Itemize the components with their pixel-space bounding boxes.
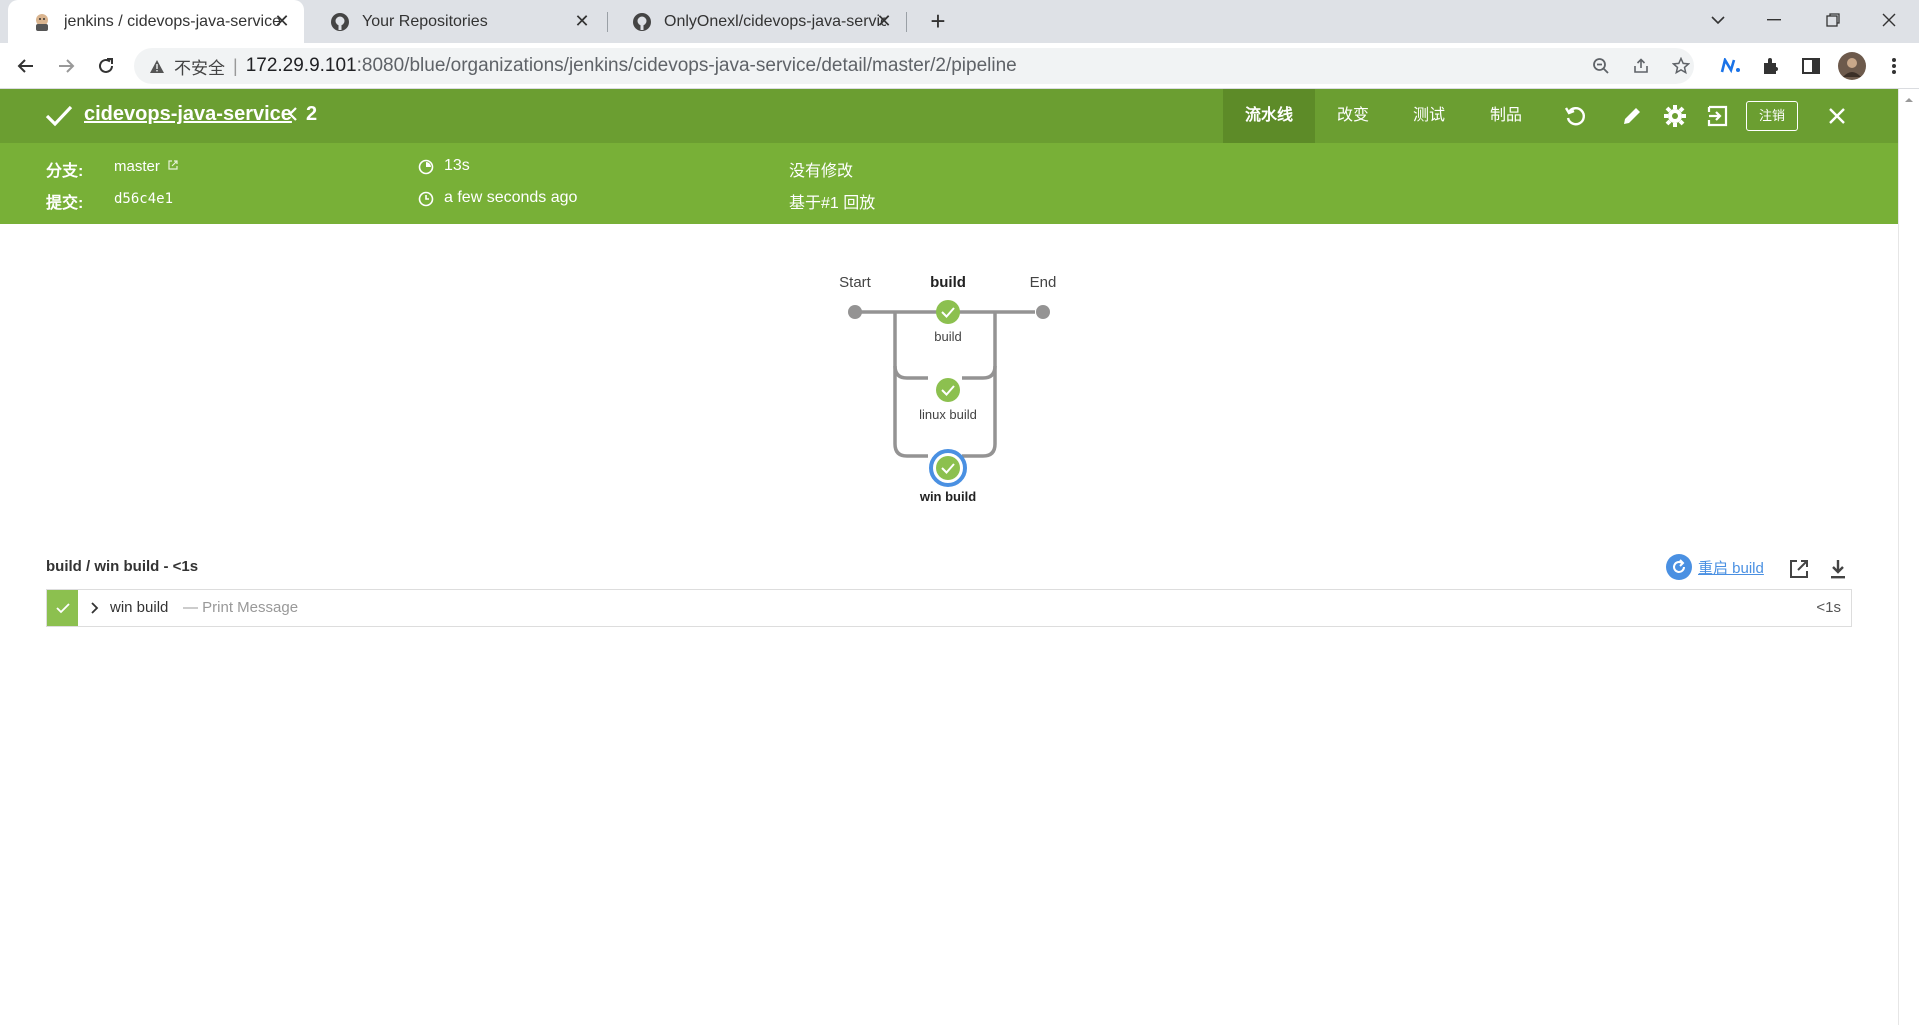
url-divider: | — [233, 55, 238, 76]
url-text: 172.29.9.101:8080/blue/organizations/jen… — [246, 55, 1017, 77]
steps-title: build / win build - <1s — [46, 558, 199, 575]
bookmark-star-icon[interactable] — [1670, 55, 1692, 77]
github-icon — [632, 12, 652, 32]
minimize-icon[interactable] — [1744, 0, 1804, 40]
browser-tab-repositories[interactable]: Your Repositories ✕ — [306, 0, 604, 43]
branch-label-linux-build: linux build — [919, 407, 977, 422]
close-tab-icon[interactable]: ✕ — [572, 11, 592, 31]
run-header-top-bar: cidevops-java-service 2 流水线 改变 测试 制品 注销 — [0, 89, 1898, 143]
stage-label: build — [930, 274, 966, 291]
open-external-icon[interactable] — [1786, 556, 1812, 582]
replay-of-text: 基于#1 回放 — [789, 195, 876, 212]
tab-title: jenkins / cidevops-java-service — [64, 12, 281, 30]
start-node — [848, 305, 862, 319]
step-row[interactable]: win build — Print Message <1s — [46, 589, 1852, 627]
reload-icon[interactable] — [90, 50, 122, 82]
edit-pencil-icon[interactable] — [1619, 103, 1645, 129]
logout-button[interactable]: 注销 — [1746, 101, 1798, 131]
step-duration: <1s — [1816, 599, 1841, 616]
tab-artifacts[interactable]: 制品 — [1467, 89, 1545, 143]
pipeline-graph-edges — [848, 300, 1050, 487]
commit-hash[interactable]: d56c4e1 — [114, 191, 173, 207]
extension-n-icon[interactable] — [1717, 52, 1745, 80]
stage-node-win-build[interactable] — [929, 449, 967, 487]
url-host: 172.29.9.101 — [245, 55, 357, 76]
restart-label: 重启 build — [1698, 559, 1764, 577]
close-tab-icon[interactable]: ✕ — [874, 11, 894, 31]
close-icon[interactable] — [1824, 103, 1850, 129]
url-path: :8080/blue/organizations/jenkins/cidevop… — [356, 55, 1017, 76]
github-icon — [330, 12, 350, 32]
share-icon[interactable] — [1630, 55, 1652, 77]
browser-menu-icon[interactable] — [1880, 52, 1908, 80]
chevron-right-icon[interactable] — [87, 599, 101, 617]
run-number: 2 — [306, 103, 318, 125]
settings-gear-icon[interactable] — [1662, 103, 1688, 129]
clock-icon — [418, 191, 434, 212]
pipeline-graph: Start build End build linux build win bu… — [820, 262, 1070, 512]
step-name: win build — [110, 599, 169, 616]
profile-avatar[interactable] — [1838, 52, 1866, 80]
stage-node-build[interactable] — [936, 300, 960, 324]
step-description: — Print Message — [183, 599, 299, 616]
tab-title: Your Repositories — [362, 12, 488, 30]
tab-search-icon[interactable] — [1688, 0, 1748, 40]
browser-tab-strip: jenkins / cidevops-java-service ✕ Your R… — [0, 0, 1919, 43]
end-node — [1036, 305, 1050, 319]
extensions-puzzle-icon[interactable] — [1757, 52, 1785, 80]
browser-tab-jenkins[interactable]: jenkins / cidevops-java-service ✕ — [8, 0, 304, 43]
branch-label: 分支: — [46, 163, 84, 180]
started-time: a few seconds ago — [444, 189, 578, 206]
duration-value: 13s — [444, 157, 470, 174]
side-panel-icon[interactable] — [1797, 52, 1825, 80]
browser-tab-github-repo[interactable]: OnlyOnexl/cidevops-java-service ✕ — [608, 0, 906, 43]
changes-text: 没有修改 — [789, 163, 854, 180]
start-label: Start — [839, 274, 871, 291]
branch-label-win-build: win build — [919, 489, 977, 504]
download-icon[interactable] — [1825, 556, 1851, 582]
address-bar[interactable]: 不安全 | 172.29.9.101:8080/blue/organizatio… — [134, 48, 1694, 84]
external-link-icon — [168, 160, 178, 170]
forward-arrow-icon[interactable] — [50, 50, 82, 82]
close-window-icon[interactable] — [1859, 0, 1919, 40]
duration-icon — [418, 159, 434, 180]
zoom-icon[interactable] — [1590, 55, 1612, 77]
tab-separator — [906, 12, 907, 32]
chevron-left-icon — [286, 103, 300, 131]
tab-tests[interactable]: 测试 — [1391, 89, 1467, 143]
close-tab-icon[interactable]: ✕ — [272, 11, 292, 31]
success-check-icon — [44, 101, 74, 131]
browser-toolbar: 不安全 | 172.29.9.101:8080/blue/organizatio… — [0, 43, 1919, 89]
replay-icon[interactable] — [1562, 103, 1588, 129]
restart-icon — [1666, 554, 1692, 580]
end-label: End — [1029, 274, 1057, 291]
commit-label: 提交: — [46, 195, 84, 212]
security-label: 不安全 — [174, 58, 225, 78]
stage-node-linux-build[interactable] — [936, 378, 960, 402]
branch-label-build: build — [934, 329, 962, 344]
branch-name: master — [114, 158, 160, 175]
exit-icon[interactable] — [1705, 103, 1731, 129]
restart-stage-button[interactable]: 重启 build — [1666, 554, 1764, 580]
warning-icon[interactable] — [148, 57, 166, 75]
step-success-icon — [47, 590, 78, 626]
jenkins-icon — [32, 12, 52, 32]
run-header: cidevops-java-service 2 流水线 改变 测试 制品 注销 … — [0, 89, 1898, 224]
page-scrollbar[interactable] — [1898, 89, 1919, 1025]
tab-pipeline[interactable]: 流水线 — [1223, 89, 1315, 143]
restore-icon[interactable] — [1803, 0, 1863, 40]
pipeline-name-link[interactable]: cidevops-java-service — [84, 103, 292, 126]
tab-title: OnlyOnexl/cidevops-java-service — [664, 12, 886, 30]
new-tab-button[interactable]: + — [922, 6, 954, 38]
tab-changes[interactable]: 改变 — [1315, 89, 1391, 143]
back-arrow-icon[interactable] — [10, 50, 42, 82]
branch-value[interactable]: master — [114, 158, 179, 175]
